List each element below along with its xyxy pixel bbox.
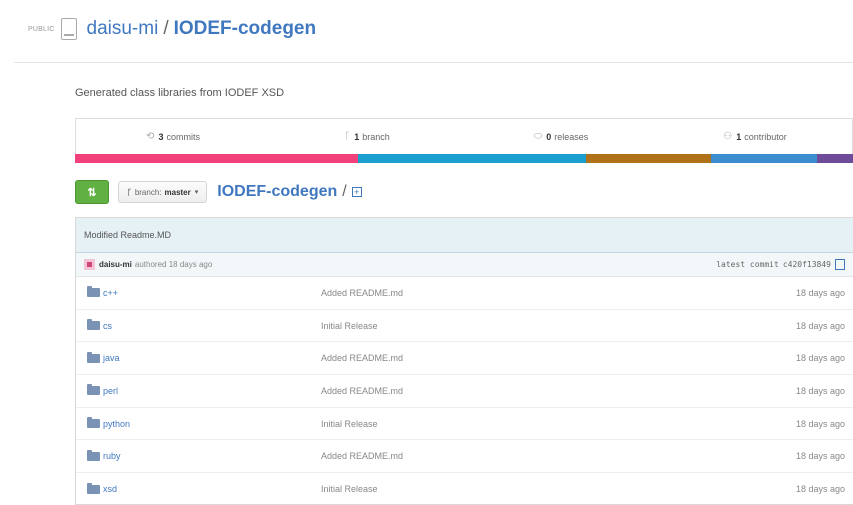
file-row: c++ Added README.md 18 days ago (76, 277, 853, 310)
commits-count: 3 (158, 131, 164, 142)
repo-summary: ⟲ 3 commits ᚴ 1 branch ⬭ 0 releases ⚇ 1 … (75, 118, 853, 154)
branch-count: 1 (354, 131, 360, 142)
file-commit-message[interactable]: Initial Release (321, 484, 378, 494)
add-file-icon[interactable]: + (351, 187, 362, 197)
commit-sha[interactable]: c420f13849 (783, 260, 831, 269)
branch-prefix: branch: (134, 187, 162, 197)
compare-button[interactable]: ⇅ (75, 180, 109, 204)
folder-icon (87, 449, 100, 461)
contributors-link[interactable]: ⚇ 1 contributor (658, 119, 852, 154)
file-list: c++ Added README.md 18 days ago cs Initial R… (76, 277, 853, 504)
commits-icon: ⟲ (146, 131, 155, 142)
compare-icon: ⇅ (87, 186, 97, 199)
file-age: 18 days ago (795, 353, 845, 364)
branch-label: branch (362, 131, 390, 142)
folder-icon (87, 351, 100, 363)
repo-header: PUBLIC daisu-mi / IODEF-codegen (28, 14, 316, 44)
commits-link[interactable]: ⟲ 3 commits (76, 119, 270, 154)
file-age: 18 days ago (795, 320, 845, 331)
folder-icon (87, 286, 100, 298)
breadcrumb-separator: / (342, 183, 347, 200)
language-segment (710, 154, 818, 163)
language-segment (358, 154, 587, 163)
branch-name: master (164, 187, 191, 197)
file-commit-message[interactable]: Initial Release (321, 419, 378, 429)
branch-icon: ᚴ (127, 187, 132, 197)
folder-icon (87, 417, 100, 429)
contributors-icon: ⚇ (723, 131, 733, 142)
commits-label: commits (166, 131, 200, 142)
file-age: 18 days ago (795, 484, 845, 495)
commit-meta: daisu-mi authored 18 days ago latest com… (76, 253, 853, 277)
header-divider (14, 62, 853, 63)
latest-commit: latest commit c420f13849 (716, 259, 845, 270)
file-row: java Added README.md 18 days ago (76, 342, 853, 376)
branch-select[interactable]: ᚴ branch: master ▾ (118, 181, 208, 203)
repo-separator: / (163, 18, 169, 39)
file-commit-message[interactable]: Initial Release (321, 321, 378, 331)
releases-label: releases (554, 131, 589, 142)
file-name-link[interactable]: xsd (103, 484, 323, 494)
file-row: ruby Added README.md 18 days ago (76, 440, 853, 474)
latest-commit-label: latest commit (716, 260, 779, 269)
file-age: 18 days ago (795, 451, 845, 462)
file-name-link[interactable]: c++ (103, 288, 323, 298)
visibility-label: PUBLIC (28, 25, 55, 33)
file-navigation: ⇅ ᚴ branch: master ▾ IODEF-codegen / + (75, 180, 362, 204)
releases-link[interactable]: ⬭ 0 releases (464, 119, 658, 154)
language-segment (75, 154, 359, 163)
file-commit-message[interactable]: Added README.md (321, 386, 403, 396)
tag-icon: ⬭ (533, 131, 543, 142)
file-age: 18 days ago (795, 287, 845, 298)
branch-icon: ᚴ (344, 131, 351, 142)
commit-author[interactable]: daisu-mi (99, 260, 132, 269)
repo-name-link[interactable]: IODEF-codegen (174, 18, 317, 40)
file-age: 18 days ago (795, 418, 845, 429)
file-name-link[interactable]: java (103, 353, 323, 363)
repo-description: Generated class libraries from IODEF XSD (75, 87, 285, 99)
file-age: 18 days ago (795, 385, 845, 396)
contributors-count: 1 (736, 131, 742, 142)
file-row: perl Added README.md 18 days ago (76, 375, 853, 408)
branches-link[interactable]: ᚴ 1 branch (270, 119, 464, 154)
breadcrumb-root[interactable]: IODEF-codegen (217, 183, 337, 201)
language-segment (817, 154, 853, 163)
repo-icon (60, 18, 77, 40)
folder-icon (87, 482, 100, 494)
file-commit-message[interactable]: Added README.md (321, 353, 403, 363)
file-name-link[interactable]: ruby (103, 451, 323, 461)
clipboard-icon[interactable] (835, 259, 845, 270)
file-name-link[interactable]: cs (103, 321, 323, 331)
language-bar[interactable] (75, 154, 853, 163)
file-browser: Modified Readme.MD daisu-mi authored 18 … (75, 217, 853, 505)
chevron-down-icon: ▾ (194, 189, 199, 196)
commit-authored: authored 18 days ago (134, 260, 213, 269)
file-name-link[interactable]: python (103, 419, 323, 429)
folder-icon (87, 384, 100, 396)
repo-owner-link[interactable]: daisu-mi (87, 18, 159, 40)
contributors-label: contributor (744, 131, 787, 142)
releases-count: 0 (546, 131, 552, 142)
avatar[interactable] (84, 259, 95, 270)
file-row: python Initial Release 18 days ago (76, 408, 853, 441)
file-commit-message[interactable]: Added README.md (321, 288, 403, 298)
commit-message[interactable]: Modified Readme.MD (76, 218, 853, 253)
language-segment (586, 154, 711, 163)
file-commit-message[interactable]: Added README.md (321, 451, 403, 461)
breadcrumb: IODEF-codegen / + (217, 183, 362, 201)
file-name-link[interactable]: perl (103, 386, 323, 396)
file-row: xsd Initial Release 18 days ago (76, 473, 853, 504)
folder-icon (87, 319, 100, 331)
file-row: cs Initial Release 18 days ago (76, 310, 853, 343)
